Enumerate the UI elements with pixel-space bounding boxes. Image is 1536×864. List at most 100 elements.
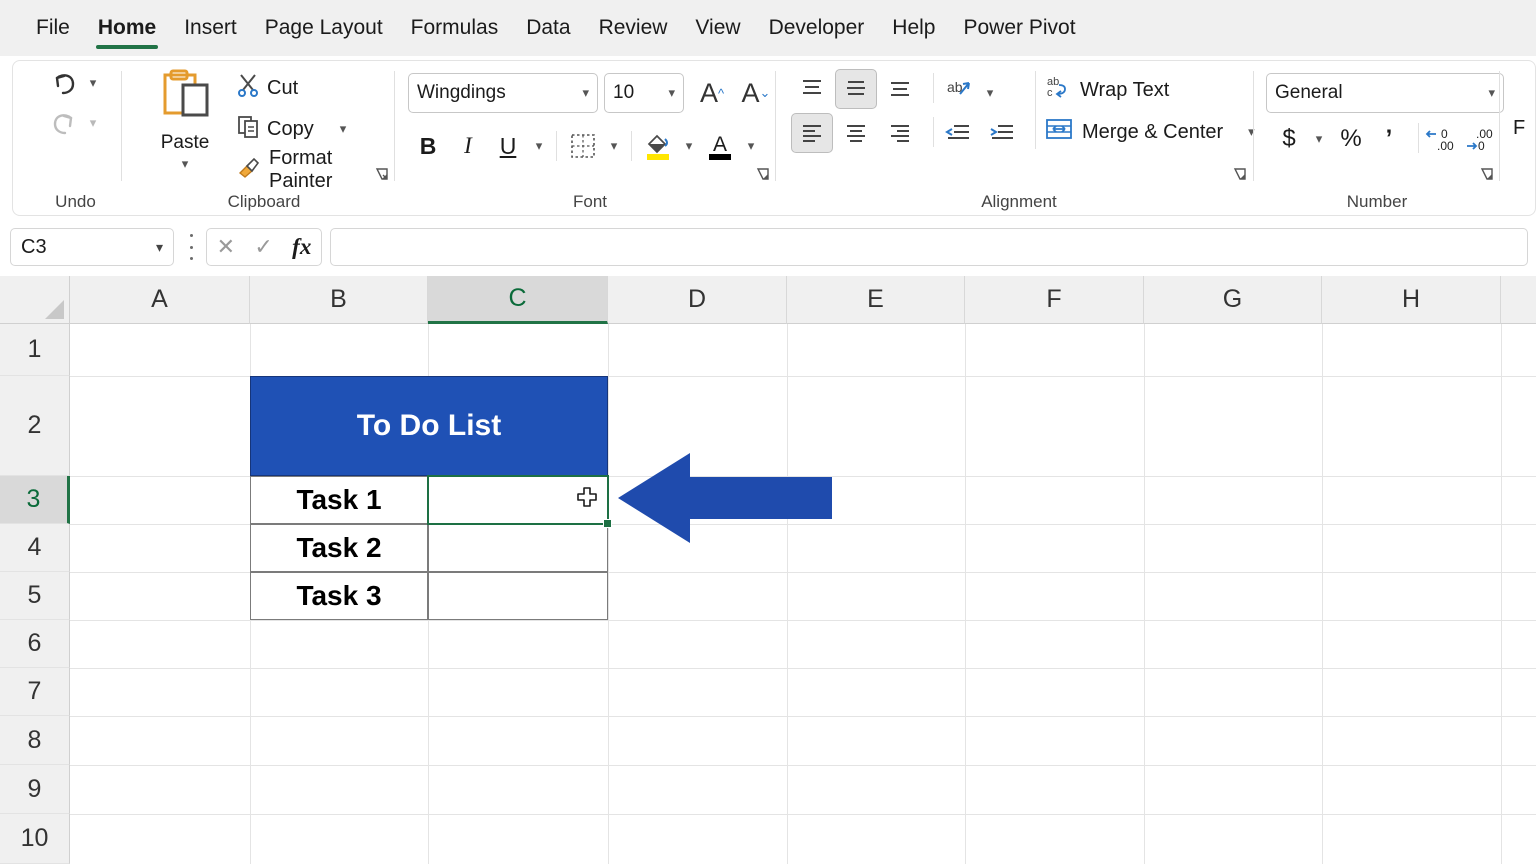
tab-review[interactable]: Review xyxy=(585,6,682,50)
tab-label: Developer xyxy=(769,16,865,40)
grow-font-icon[interactable]: A^ xyxy=(692,73,732,113)
decrease-indent-icon[interactable] xyxy=(937,113,979,153)
fx-icon[interactable]: fx xyxy=(292,234,311,260)
row-header-9[interactable]: 9 xyxy=(0,765,70,814)
select-all-corner[interactable] xyxy=(0,276,70,324)
tab-label: Help xyxy=(892,16,935,40)
undo-dropdown-caret-icon[interactable]: ▾ xyxy=(83,73,103,93)
row-header-7[interactable]: 7 xyxy=(0,668,70,716)
undo-arrow-icon[interactable] xyxy=(47,69,81,99)
task-label-cell-b4[interactable]: Task 2 xyxy=(250,524,428,572)
partial-command-label[interactable]: F xyxy=(1513,117,1525,140)
gridline xyxy=(787,324,788,864)
cut-button[interactable]: Cut xyxy=(237,71,298,105)
chevron-down-icon[interactable]: ▾ xyxy=(668,85,675,101)
task-label-cell-b3[interactable]: Task 1 xyxy=(250,476,428,524)
tab-data[interactable]: Data xyxy=(512,6,584,50)
text-orientation-icon[interactable]: ab xyxy=(937,69,979,109)
font-color-dropdown-caret-icon[interactable]: ▾ xyxy=(740,126,762,166)
row-header-4[interactable]: 4 xyxy=(0,524,70,572)
alignment-dialog-launcher-icon[interactable] xyxy=(1232,166,1249,183)
bold-button[interactable]: B xyxy=(408,126,448,166)
divider xyxy=(1035,71,1036,149)
align-center-icon[interactable] xyxy=(835,113,877,153)
font-name-combobox[interactable]: Wingdings ▾ xyxy=(408,73,598,113)
fill-color-dropdown-caret-icon[interactable]: ▾ xyxy=(678,126,700,166)
group-label-undo: Undo xyxy=(23,189,128,215)
borders-icon[interactable] xyxy=(563,126,603,166)
font-size-combobox[interactable]: 10 ▾ xyxy=(604,73,684,113)
chevron-down-icon[interactable]: ▾ xyxy=(1488,85,1495,101)
column-header-f[interactable]: F xyxy=(965,276,1144,324)
row-header-3[interactable]: 3 xyxy=(0,476,70,524)
formula-input[interactable] xyxy=(330,228,1528,266)
align-left-icon[interactable] xyxy=(791,113,833,153)
align-bottom-icon[interactable] xyxy=(879,69,921,109)
increase-decimal-icon[interactable]: 0 .00 xyxy=(1422,119,1460,159)
column-header-h[interactable]: H xyxy=(1322,276,1501,324)
paste-button[interactable]: Paste ▾ xyxy=(145,67,225,181)
decrease-decimal-icon[interactable]: .00 0 xyxy=(1462,119,1500,159)
column-header-e[interactable]: E xyxy=(787,276,965,324)
paste-dropdown-caret-icon[interactable]: ▾ xyxy=(182,156,189,172)
comma-format-button[interactable]: ’ xyxy=(1374,119,1404,159)
font-dialog-launcher-icon[interactable] xyxy=(755,166,772,183)
chevron-down-icon[interactable]: ▾ xyxy=(156,239,163,256)
fill-color-icon[interactable] xyxy=(638,126,678,166)
column-header-a[interactable]: A xyxy=(70,276,250,324)
copy-button[interactable]: Copy ▾ xyxy=(237,112,346,146)
row-header-10[interactable]: 10 xyxy=(0,814,70,864)
tab-developer[interactable]: Developer xyxy=(755,6,879,50)
borders-dropdown-caret-icon[interactable]: ▾ xyxy=(603,126,625,166)
column-header-i-partial[interactable] xyxy=(1501,276,1536,324)
shrink-font-icon[interactable]: A⌄ xyxy=(736,73,776,113)
task-label-cell-b5[interactable]: Task 3 xyxy=(250,572,428,620)
tab-view[interactable]: View xyxy=(681,6,754,50)
tab-help[interactable]: Help xyxy=(878,6,949,50)
wrap-text-button[interactable]: ab c Wrap Text xyxy=(1045,71,1169,109)
chevron-down-icon[interactable]: ▾ xyxy=(582,85,589,101)
merge-center-button[interactable]: Merge & Center ▾ xyxy=(1045,113,1255,151)
task-checkbox-cell-c4[interactable] xyxy=(428,524,608,572)
tab-page-layout[interactable]: Page Layout xyxy=(251,6,397,50)
italic-button[interactable]: I xyxy=(448,126,488,166)
tab-power-pivot[interactable]: Power Pivot xyxy=(950,6,1090,50)
orientation-dropdown-caret-icon[interactable]: ▾ xyxy=(979,73,1001,113)
row-header-2[interactable]: 2 xyxy=(0,376,70,476)
confirm-check-icon[interactable]: ✓ xyxy=(254,234,272,260)
row-header-6[interactable]: 6 xyxy=(0,620,70,668)
row-header-5[interactable]: 5 xyxy=(0,572,70,620)
number-format-combobox[interactable]: General ▾ xyxy=(1266,73,1504,113)
number-dialog-launcher-icon[interactable] xyxy=(1479,166,1496,183)
align-right-icon[interactable] xyxy=(879,113,921,153)
tab-insert[interactable]: Insert xyxy=(170,6,251,50)
task-checkbox-cell-c5[interactable] xyxy=(428,572,608,620)
tab-formulas[interactable]: Formulas xyxy=(397,6,513,50)
fill-handle-icon[interactable] xyxy=(603,519,612,528)
column-header-b[interactable]: B xyxy=(250,276,428,324)
formula-bar-options-icon[interactable] xyxy=(184,234,198,260)
font-color-icon[interactable]: A xyxy=(700,126,740,166)
percent-format-button[interactable]: % xyxy=(1334,119,1368,159)
tab-file[interactable]: File xyxy=(22,6,84,50)
align-middle-icon[interactable] xyxy=(835,69,877,109)
align-top-icon[interactable] xyxy=(791,69,833,109)
name-box[interactable]: C3 ▾ xyxy=(10,228,174,266)
column-header-label: F xyxy=(1046,285,1061,314)
column-header-g[interactable]: G xyxy=(1144,276,1322,324)
clipboard-dialog-launcher-icon[interactable] xyxy=(374,166,391,183)
accounting-dropdown-caret-icon[interactable]: ▾ xyxy=(1308,119,1330,159)
increase-indent-icon[interactable] xyxy=(981,113,1023,153)
group-divider xyxy=(1253,71,1254,181)
column-header-c[interactable]: C xyxy=(428,276,608,324)
underline-dropdown-caret-icon[interactable]: ▾ xyxy=(528,126,550,166)
tab-home[interactable]: Home xyxy=(84,6,170,50)
row-header-8[interactable]: 8 xyxy=(0,716,70,765)
copy-dropdown-caret-icon[interactable]: ▾ xyxy=(340,121,347,137)
column-header-d[interactable]: D xyxy=(608,276,787,324)
todo-title-cell[interactable]: To Do List xyxy=(250,376,608,476)
underline-button[interactable]: U xyxy=(488,126,528,166)
cancel-x-icon[interactable]: ✕ xyxy=(217,234,235,260)
row-header-1[interactable]: 1 xyxy=(0,324,70,376)
accounting-format-button[interactable]: $ xyxy=(1272,119,1306,159)
